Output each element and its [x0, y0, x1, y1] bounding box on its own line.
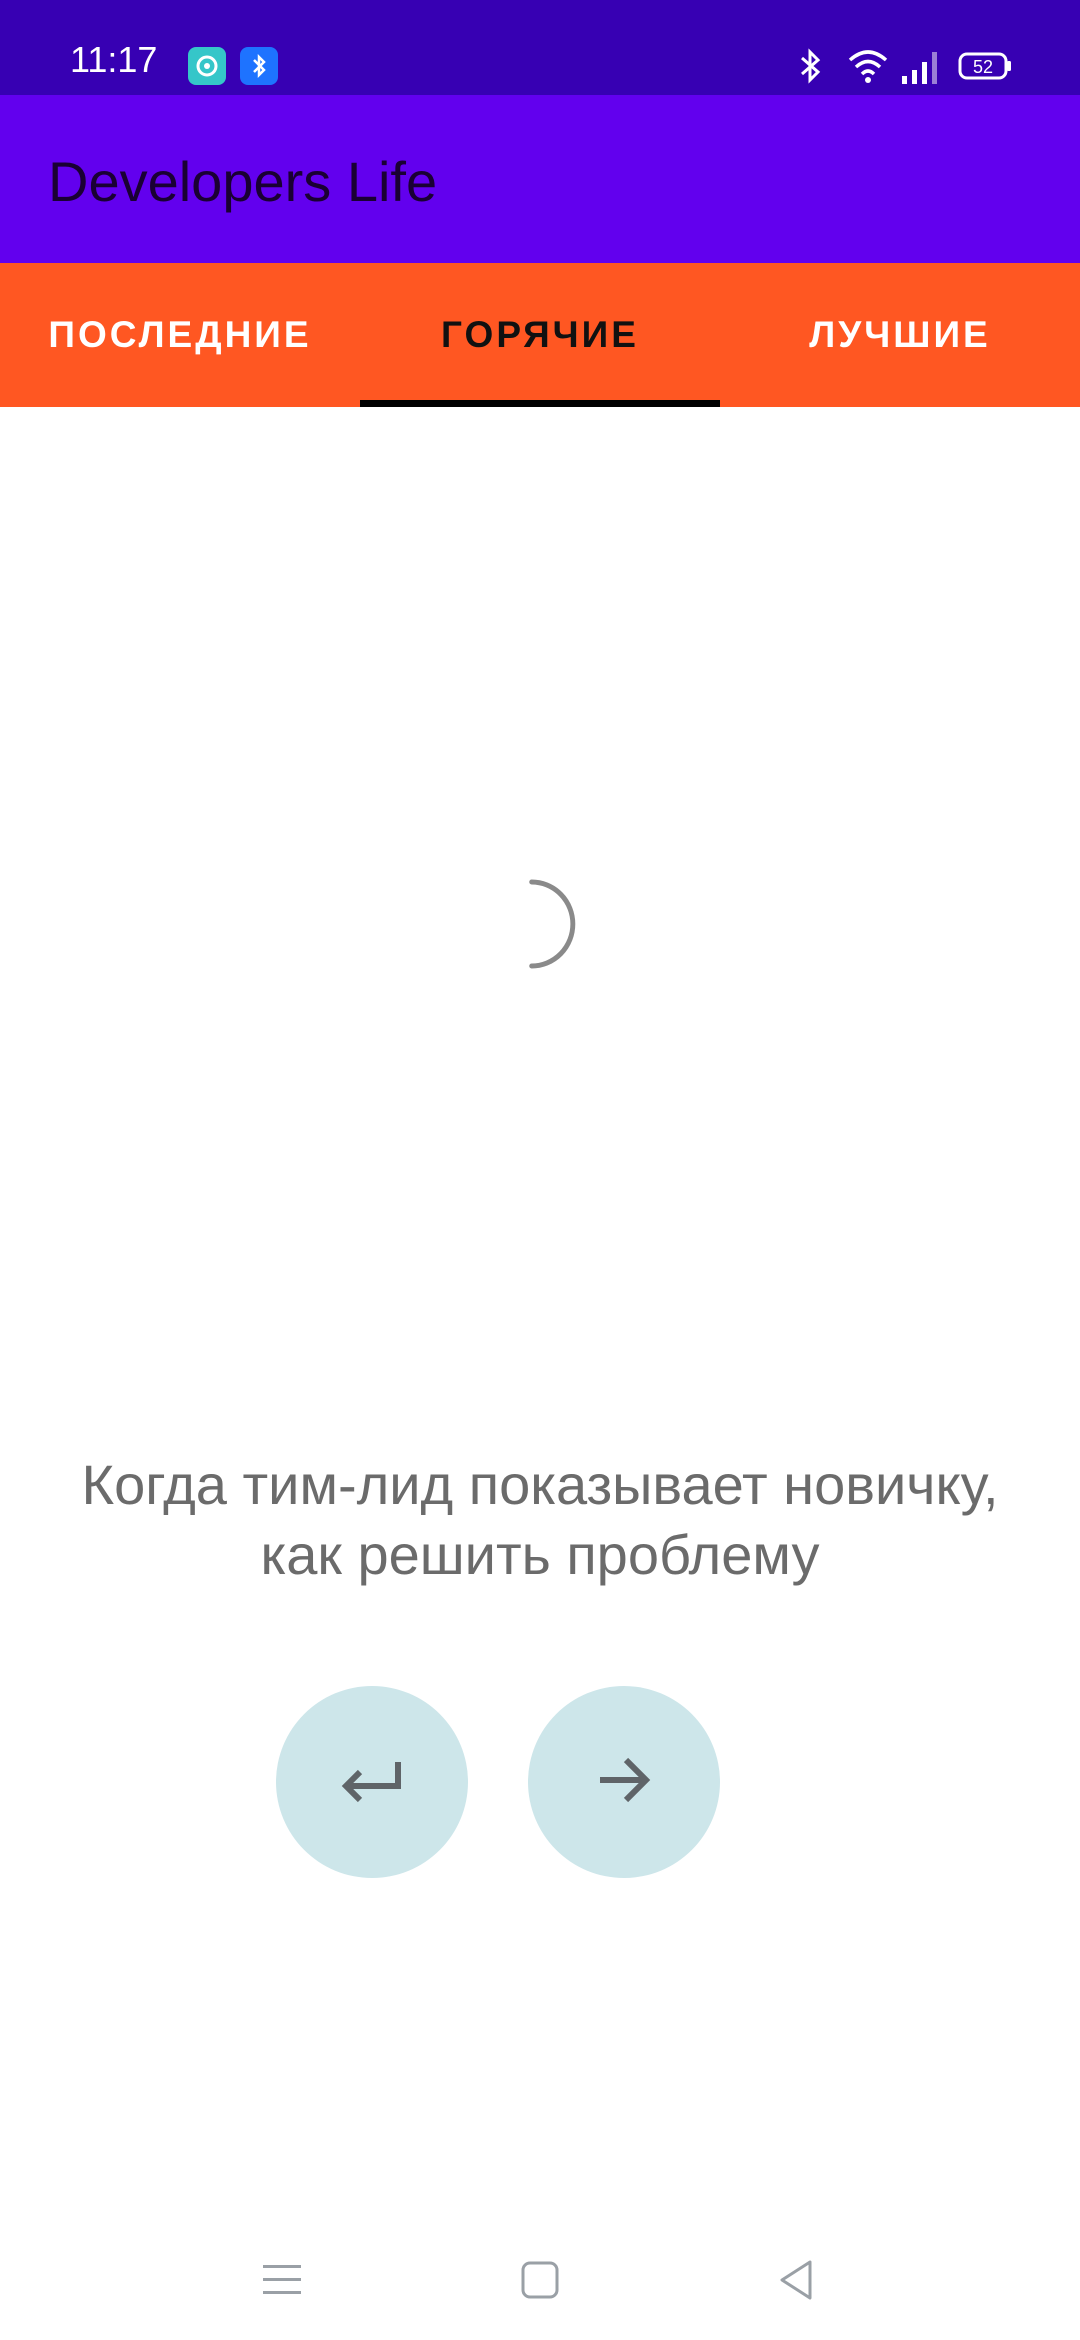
bluetooth-app-icon: [240, 47, 278, 85]
app-screen: 11:17 52 Developers Life ПОСЛЕДНИЕ ГОРЯЧ…: [0, 0, 1080, 2340]
tab-latest[interactable]: ПОСЛЕДНИЕ: [0, 263, 360, 407]
system-nav-bar: [0, 2220, 1080, 2340]
menu-icon[interactable]: [252, 2250, 312, 2310]
arrow-right-icon: [596, 1752, 652, 1813]
bluetooth-icon: [790, 46, 830, 91]
signal-icon: [900, 46, 944, 91]
tab-best[interactable]: ЛУЧШИЕ: [720, 263, 1080, 407]
previous-button[interactable]: [276, 1686, 468, 1878]
return-arrow-icon: [340, 1756, 404, 1809]
app-bar: Developers Life: [0, 95, 1080, 263]
loading-spinner-icon: [510, 878, 580, 977]
tab-indicator: [360, 400, 720, 407]
app-title: Developers Life: [48, 150, 438, 213]
back-icon[interactable]: [766, 2250, 826, 2310]
wifi-icon: [846, 46, 890, 91]
battery-level: 52: [973, 57, 993, 77]
status-bar: 11:17 52: [0, 0, 1080, 95]
tab-bar: ПОСЛЕДНИЕ ГОРЯЧИЕ ЛУЧШИЕ: [0, 263, 1080, 407]
next-button[interactable]: [528, 1686, 720, 1878]
battery-icon: 52: [958, 46, 1014, 91]
home-icon[interactable]: [510, 2250, 570, 2310]
post-caption: Когда тим-лид показывает новичку, как ре…: [81, 1453, 999, 1586]
status-time: 11:17: [70, 39, 158, 80]
notification-app-icon: [188, 47, 226, 85]
tab-hot[interactable]: ГОРЯЧИЕ: [360, 263, 720, 407]
